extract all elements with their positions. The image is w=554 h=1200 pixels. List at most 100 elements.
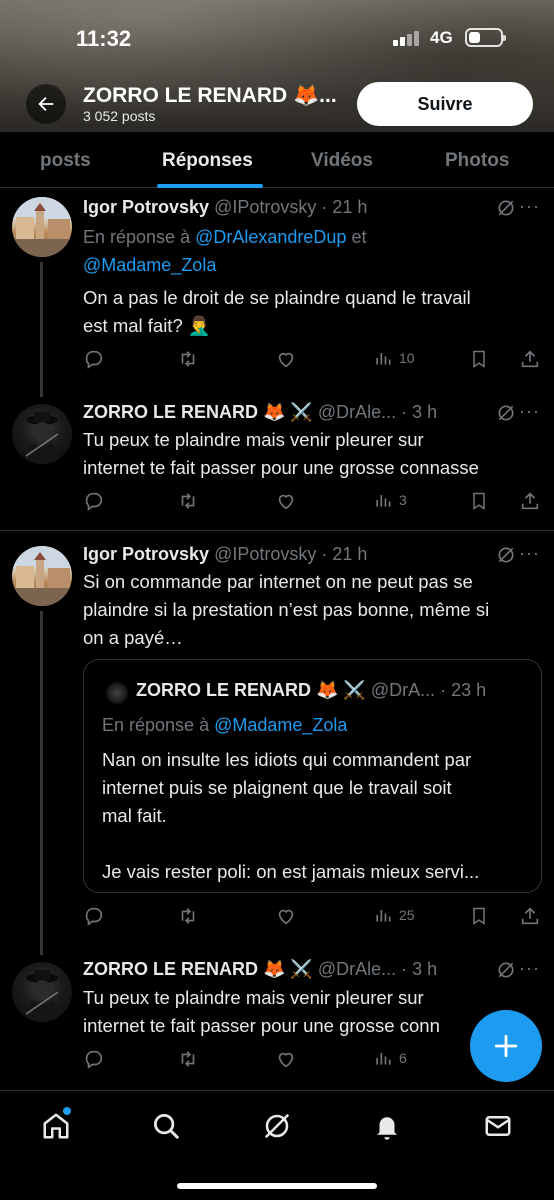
views-count: 25 bbox=[399, 907, 415, 923]
reply-prefix: En réponse à bbox=[102, 715, 210, 735]
nav-grok[interactable] bbox=[262, 1111, 292, 1141]
like-button[interactable] bbox=[275, 1048, 297, 1070]
thread-line bbox=[40, 262, 43, 397]
bookmark-icon bbox=[473, 350, 485, 368]
share-button[interactable] bbox=[519, 905, 541, 927]
back-button[interactable] bbox=[26, 84, 66, 124]
mention-link[interactable]: @Madame_Zola bbox=[214, 715, 347, 735]
quoted-text-line: Nan on insulte les idiots qui commandent… bbox=[102, 749, 472, 770]
views-button[interactable]: 10 bbox=[373, 348, 415, 368]
grok-icon[interactable] bbox=[496, 960, 516, 980]
tweet-actions: 3 bbox=[83, 490, 543, 514]
reply-button[interactable] bbox=[83, 905, 105, 927]
grok-icon[interactable] bbox=[496, 198, 516, 218]
tweet-text-line: On a pas le droit de se plaindre quand l… bbox=[83, 287, 471, 308]
share-button[interactable] bbox=[519, 348, 541, 370]
tweet-time: · 23 h bbox=[440, 680, 487, 700]
avatar-image bbox=[22, 412, 62, 464]
retweet-icon bbox=[181, 908, 195, 924]
share-button[interactable] bbox=[519, 490, 541, 512]
follow-button[interactable]: Suivre bbox=[357, 82, 533, 126]
avatar[interactable] bbox=[12, 404, 72, 464]
tab-photos[interactable]: Photos bbox=[445, 150, 509, 172]
mention-link[interactable]: @DrAlexandreDup bbox=[195, 227, 346, 247]
battery-icon bbox=[465, 28, 506, 47]
more-icon[interactable]: ··· bbox=[519, 401, 540, 422]
tweet-actions: 10 bbox=[83, 348, 543, 372]
bookmark-button[interactable] bbox=[469, 490, 489, 512]
retweet-icon bbox=[181, 493, 195, 509]
like-button[interactable] bbox=[275, 490, 297, 512]
views-count: 10 bbox=[399, 350, 415, 366]
quoted-text-line: internet puis se plaignent que le travai… bbox=[102, 777, 452, 798]
tab-replies[interactable]: Réponses bbox=[162, 150, 253, 172]
reply-button[interactable] bbox=[83, 490, 105, 512]
tweet-text: Tu peux te plaindre mais venir pleurer s… bbox=[83, 426, 533, 482]
tweet-text: On a pas le droit de se plaindre quand l… bbox=[83, 284, 533, 340]
nav-home[interactable] bbox=[41, 1107, 71, 1141]
nav-messages[interactable] bbox=[483, 1111, 513, 1141]
views-button[interactable]: 6 bbox=[373, 1048, 407, 1068]
author-handle[interactable]: @IPotrovsky bbox=[214, 544, 316, 564]
signal-icon bbox=[393, 30, 419, 46]
avatar bbox=[106, 682, 128, 704]
mail-icon bbox=[485, 1116, 511, 1136]
retweet-button[interactable] bbox=[177, 1048, 199, 1070]
thread-line bbox=[40, 611, 43, 955]
tweet-text-line: Tu peux te plaindre mais venir pleurer s… bbox=[83, 987, 424, 1008]
avatar[interactable] bbox=[12, 546, 72, 606]
author-name[interactable]: ZORRO LE RENARD 🦊 ⚔️ bbox=[83, 959, 313, 979]
bookmark-button[interactable] bbox=[469, 905, 489, 927]
retweet-icon bbox=[181, 351, 195, 367]
bar-chart-icon bbox=[376, 910, 391, 922]
retweet-button[interactable] bbox=[177, 348, 199, 370]
quoted-text-line: mal fait. bbox=[102, 805, 167, 826]
author-name[interactable]: Igor Potrovsky bbox=[83, 544, 209, 564]
views-button[interactable]: 25 bbox=[373, 905, 415, 925]
avatar[interactable] bbox=[12, 197, 72, 257]
author-handle[interactable]: @DrAle... bbox=[318, 959, 396, 979]
grok-icon bbox=[264, 1113, 290, 1139]
more-icon[interactable]: ··· bbox=[519, 958, 540, 979]
bookmark-button[interactable] bbox=[469, 348, 489, 370]
reply-icon bbox=[85, 492, 103, 511]
grok-icon[interactable] bbox=[496, 403, 516, 423]
nav-notifications[interactable] bbox=[372, 1111, 402, 1141]
retweet-button[interactable] bbox=[177, 490, 199, 512]
like-button[interactable] bbox=[275, 905, 297, 927]
author-handle[interactable]: @DrAle... bbox=[318, 402, 396, 422]
tweet-time: · 3 h bbox=[401, 402, 438, 422]
author-name[interactable]: Igor Potrovsky bbox=[83, 197, 209, 217]
compose-button[interactable] bbox=[470, 1010, 542, 1082]
retweet-button[interactable] bbox=[177, 905, 199, 927]
more-icon[interactable]: ··· bbox=[519, 543, 540, 564]
quoted-tweet[interactable]: ZORRO LE RENARD 🦊 ⚔️ @DrA... · 23 h En r… bbox=[83, 659, 542, 893]
author-name[interactable]: ZORRO LE RENARD 🦊 ⚔️ bbox=[83, 402, 313, 422]
grok-icon[interactable] bbox=[496, 545, 516, 565]
mention-link[interactable]: @Madame_Zola bbox=[83, 255, 216, 275]
tab-videos[interactable]: Vidéos bbox=[311, 150, 373, 172]
active-tab-indicator bbox=[157, 184, 263, 188]
nav-search[interactable] bbox=[151, 1111, 181, 1141]
bar-chart-icon bbox=[376, 1053, 391, 1065]
like-button[interactable] bbox=[275, 348, 297, 370]
reply-button[interactable] bbox=[83, 348, 105, 370]
reply-icon bbox=[85, 1050, 103, 1069]
avatar[interactable] bbox=[12, 962, 72, 1022]
tweet-actions: 25 bbox=[83, 905, 543, 929]
bar-chart-icon bbox=[376, 495, 391, 507]
bookmark-icon bbox=[473, 492, 485, 510]
tab-posts[interactable]: posts bbox=[40, 150, 91, 172]
views-button[interactable]: 3 bbox=[373, 490, 407, 510]
tweet-text-line: on a payé… bbox=[83, 627, 183, 648]
profile-tabs: posts Réponses Vidéos Photos bbox=[0, 132, 554, 188]
reply-prefix: En réponse à bbox=[83, 227, 191, 247]
divider bbox=[0, 530, 554, 531]
tweet-text-line: Si on commande par internet on ne peut p… bbox=[83, 571, 473, 592]
author-handle[interactable]: @IPotrovsky bbox=[214, 197, 316, 217]
posts-count: 3 052 posts bbox=[83, 108, 156, 124]
tweet-text-line: internet te fait passer pour une grosse … bbox=[83, 457, 479, 478]
views-count: 6 bbox=[399, 1050, 407, 1066]
reply-button[interactable] bbox=[83, 1048, 105, 1070]
more-icon[interactable]: ··· bbox=[519, 196, 540, 217]
